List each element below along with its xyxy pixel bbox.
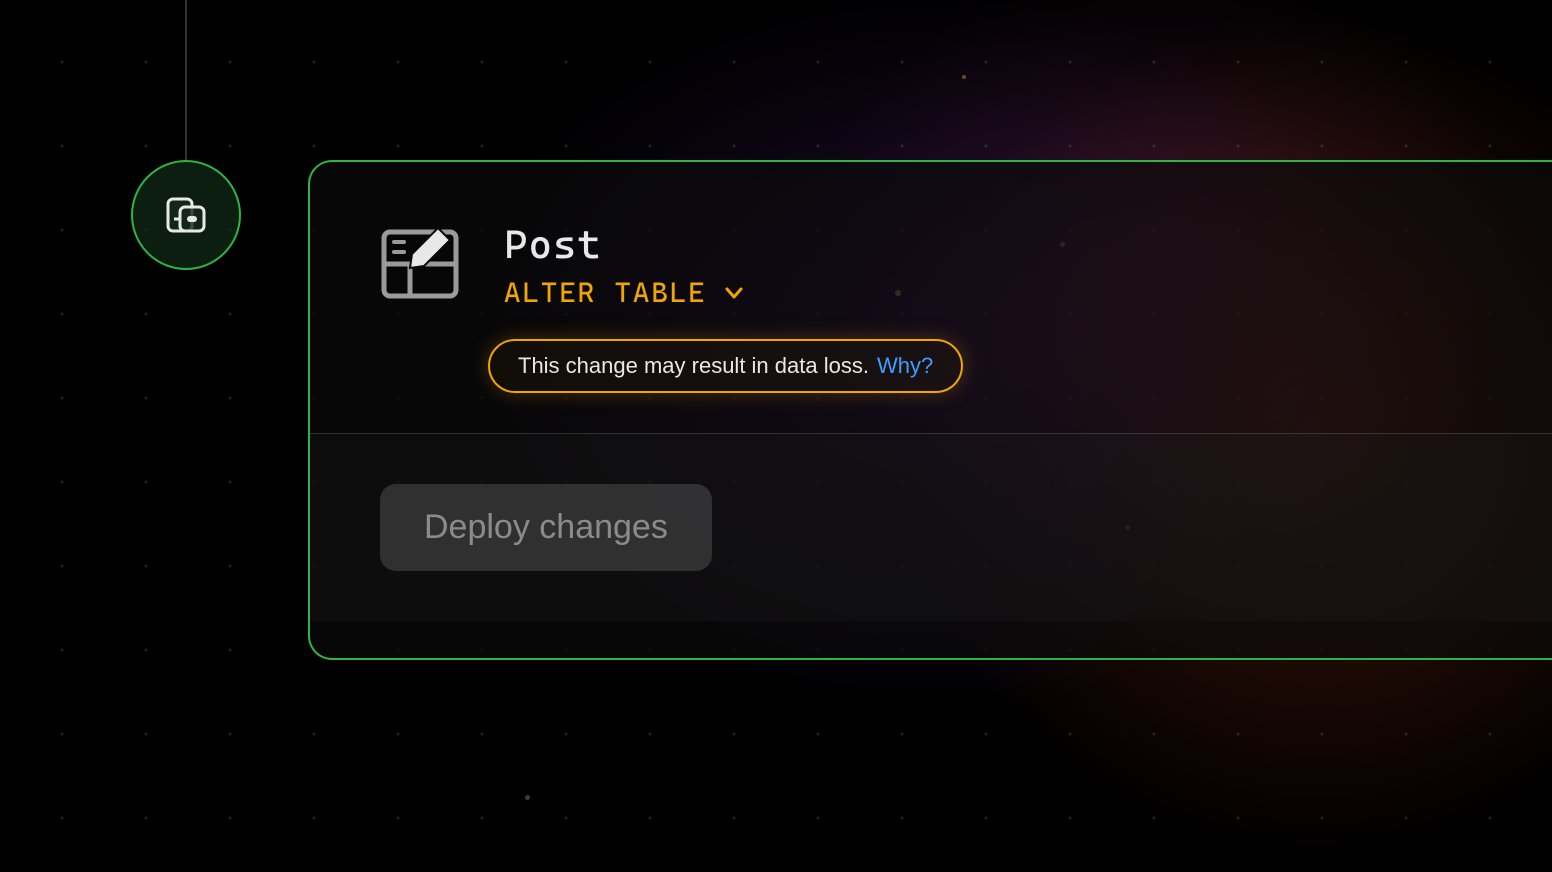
deploy-button[interactable]: Deploy changes: [380, 484, 712, 571]
warning-why-link[interactable]: Why?: [877, 353, 933, 379]
header-text: Post ALTER TABLE: [504, 222, 746, 309]
operation-label: ALTER TABLE: [504, 276, 706, 309]
card-bottom-section: Deploy changes: [310, 434, 1552, 621]
timeline-connector: [185, 0, 187, 160]
card-header: Post ALTER TABLE: [380, 222, 1482, 309]
table-edit-icon: [380, 222, 464, 306]
migration-card: Post ALTER TABLE This change may result …: [308, 160, 1552, 660]
chevron-down-icon: [722, 281, 746, 305]
operation-dropdown[interactable]: ALTER TABLE: [504, 276, 746, 309]
warning-pill: This change may result in data loss. Why…: [488, 339, 963, 393]
database-icon: [162, 191, 210, 239]
warning-text: This change may result in data loss.: [518, 353, 869, 379]
card-top-section: Post ALTER TABLE This change may result …: [310, 162, 1552, 433]
node-badge[interactable]: [131, 160, 241, 270]
table-name: Post: [504, 222, 746, 268]
